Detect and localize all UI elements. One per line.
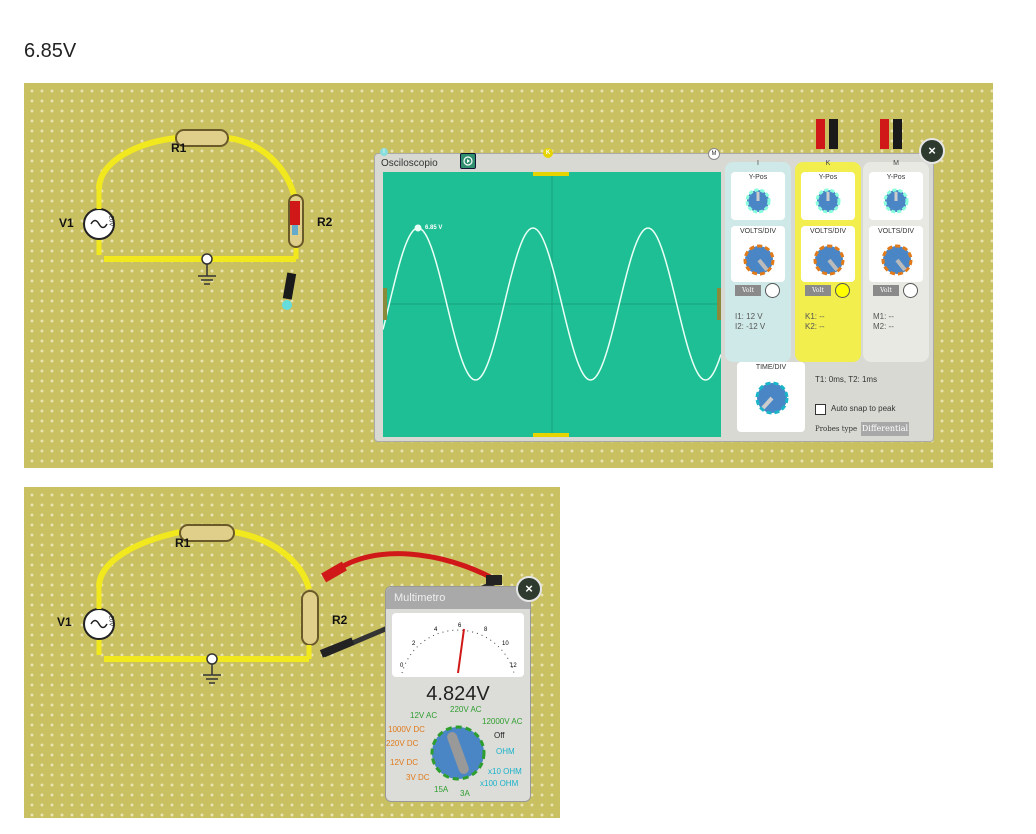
time-div-knob[interactable]: TIME/DIV (737, 362, 805, 432)
ypos-title: Y-Pos (818, 174, 838, 181)
mm-option[interactable]: 3A (460, 789, 470, 798)
cursor-k-marker[interactable]: K (543, 148, 553, 158)
mm-option[interactable]: 3V DC (406, 773, 430, 782)
channel-i-volts-knob[interactable]: VOLTS/DIV (731, 226, 785, 282)
auto-snap-label: Auto snap to peak (831, 404, 896, 413)
channel-m-ypos-knob[interactable]: Y-Pos (869, 172, 923, 220)
mm-option[interactable]: 15A (434, 785, 448, 794)
mm-option[interactable]: 12V DC (390, 758, 418, 767)
channel-i-toggle-icon[interactable] (765, 283, 780, 298)
source-value: 20V (107, 215, 114, 227)
waveform-plot (382, 172, 722, 437)
oscilloscope-title: Osciloscopio (381, 158, 438, 169)
channel-m-header: M (893, 160, 899, 167)
scale-tick: 8 (484, 627, 488, 633)
channel-k-volts-knob[interactable]: VOLTS/DIV (801, 226, 855, 282)
channel-k-readout-2: K2: -- (805, 322, 825, 331)
scale-tick: 10 (502, 641, 509, 647)
r2-label: R2 (332, 613, 348, 627)
channel-i-volt-button[interactable]: Volt (735, 285, 761, 296)
scale-tick: 4 (434, 627, 438, 633)
mm-option[interactable]: 12V AC (410, 711, 437, 720)
multimeter-title: Multimetro (386, 587, 530, 609)
v1-label: V1 (57, 615, 72, 629)
ypos-title: Y-Pos (748, 174, 768, 181)
peak-marker (414, 224, 422, 232)
channel-m-volts-knob[interactable]: VOLTS/DIV (869, 226, 923, 282)
mm-option[interactable]: x10 OHM (488, 767, 522, 776)
v1-label: V1 (59, 216, 74, 230)
channel-m-volt-button[interactable]: Volt (873, 285, 899, 296)
mm-option[interactable]: 220V AC (450, 705, 482, 714)
probes-type-label: Probes type (815, 425, 858, 433)
mm-option[interactable]: x100 OHM (480, 779, 518, 788)
mm-option[interactable]: OHM (496, 747, 515, 756)
time-div-title: TIME/DIV (755, 364, 787, 371)
multimeter-gauge: 0 2 4 6 8 10 12 (392, 613, 524, 677)
scale-tick: 12 (510, 663, 517, 669)
channel-i-readout-2: I2: -12 V (735, 322, 766, 331)
channel-k-panel: K Y-Pos VOLTS/DIV Volt K1: -- K2: -- (795, 160, 861, 362)
breadboard-multimeter[interactable]: R1 R2 V1 20V Multimetro 0 2 4 6 8 10 12 … (24, 487, 560, 818)
multimeter-reading: 4.824V (426, 683, 490, 705)
time-readout: T1: 0ms, T2: 1ms (815, 375, 878, 384)
ypos-title: Y-Pos (886, 174, 906, 181)
channel-k-volt-button[interactable]: Volt (805, 285, 831, 296)
channel-i-readout-1: I1: 12 V (735, 312, 763, 321)
scale-tick: 2 (412, 641, 416, 647)
channel-k-toggle-icon[interactable] (835, 283, 850, 298)
mm-option[interactable]: 12000V AC (482, 717, 522, 726)
oscilloscope-window[interactable]: Osciloscopio 6.85 V I K M I Y-Pos VOLTS/… (374, 148, 934, 442)
r2-label: R2 (317, 215, 333, 229)
cursor-i-marker[interactable]: I (380, 148, 388, 156)
source-value: 20V (107, 615, 114, 627)
volts-div-title: VOLTS/DIV (877, 228, 915, 235)
oscilloscope-close-icon[interactable]: × (919, 138, 945, 164)
multimeter-close-icon[interactable]: × (516, 576, 542, 602)
mm-option[interactable]: 220V DC (386, 739, 418, 748)
volts-div-title: VOLTS/DIV (739, 228, 777, 235)
r1-label: R1 (171, 141, 187, 155)
channel-m-panel: M Y-Pos VOLTS/DIV Volt M1: -- M2: -- (863, 160, 929, 362)
peak-label: 6.85 V (425, 225, 443, 231)
cursor-m-marker[interactable]: M (708, 148, 720, 160)
mm-option[interactable]: 1000V DC (388, 725, 425, 734)
scale-tick: 6 (458, 623, 462, 629)
channel-k-header: K (825, 160, 831, 167)
scale-tick: 0 (400, 663, 404, 669)
channel-k-ypos-knob[interactable]: Y-Pos (801, 172, 855, 220)
channel-i-ypos-knob[interactable]: Y-Pos (731, 172, 785, 220)
resistor-r2 (301, 590, 319, 646)
multimeter-selector-knob[interactable] (428, 723, 488, 783)
r1-label: R1 (175, 536, 191, 550)
breadboard-oscilloscope[interactable]: R1 R2 V1 20V Osciloscopio 6.85 V I K M I… (24, 83, 993, 468)
auto-snap-checkbox[interactable] (815, 404, 826, 415)
probes-type-button[interactable]: Differential (861, 422, 909, 436)
channel-m-toggle-icon[interactable] (903, 283, 918, 298)
multimeter-window[interactable]: Multimetro 0 2 4 6 8 10 12 4.824V 12V AC… (385, 586, 531, 802)
play-icon[interactable] (460, 153, 476, 169)
channel-i-header: I (757, 160, 759, 167)
channel-m-readout-1: M1: -- (873, 312, 894, 321)
channel-i-panel: I Y-Pos VOLTS/DIV Volt I1: 12 V I2: -12 … (725, 160, 791, 362)
voltage-heading: 6.85V (24, 40, 77, 62)
channel-m-readout-2: M2: -- (873, 322, 894, 331)
mm-option[interactable]: Off (494, 731, 505, 740)
oscilloscope-screen[interactable]: 6.85 V (382, 172, 722, 437)
channel-k-readout-1: K1: -- (805, 312, 825, 321)
volts-div-title: VOLTS/DIV (809, 228, 847, 235)
